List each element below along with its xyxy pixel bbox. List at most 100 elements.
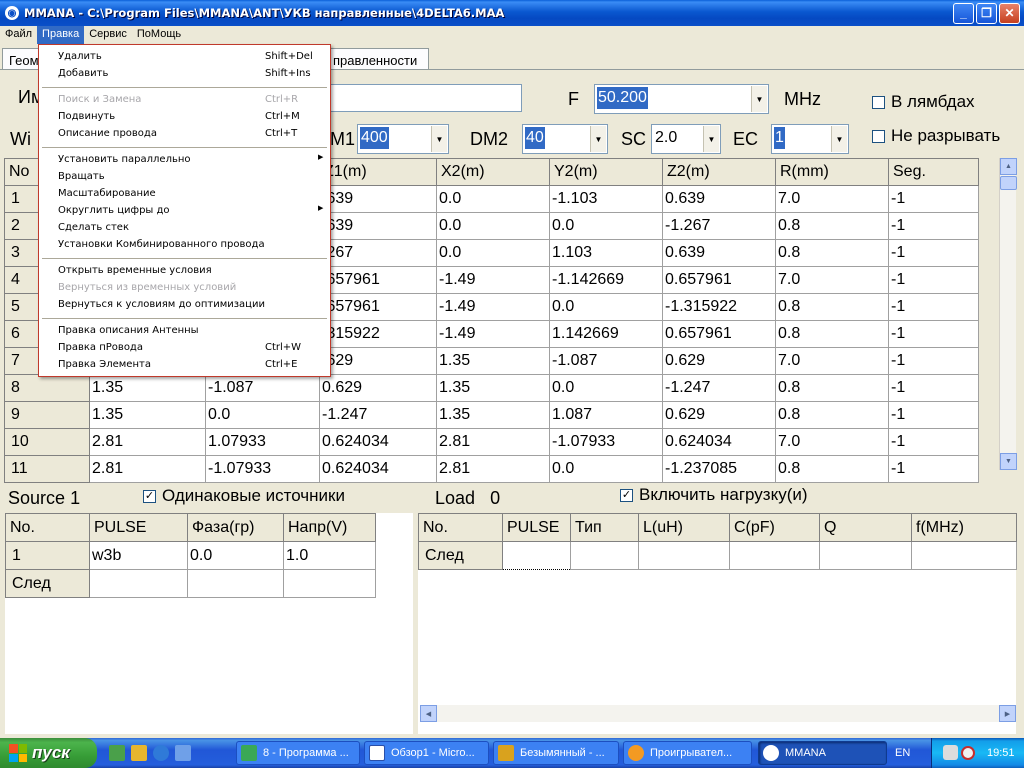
table-cell[interactable]: 0.629 (662, 401, 776, 429)
row-number[interactable]: 8 (4, 374, 90, 402)
same-sources-checkbox[interactable]: ✓ Одинаковые источники (143, 486, 345, 506)
table-cell[interactable]: 0.0 (436, 239, 550, 267)
table-cell[interactable]: -1 (888, 428, 979, 456)
row-number[interactable]: 11 (4, 455, 90, 483)
menu-edit[interactable]: Правка (37, 26, 85, 44)
chevron-down-icon[interactable]: ▼ (590, 126, 606, 152)
table-cell[interactable]: -1 (888, 347, 979, 375)
row-number[interactable]: След (5, 569, 90, 598)
lambda-checkbox[interactable]: В лямбдах (872, 92, 975, 112)
menu-item[interactable]: Удалить Shift+Del (39, 48, 330, 65)
table-cell[interactable]: 7.0 (775, 185, 889, 213)
menu-file[interactable]: Файл (0, 26, 37, 44)
column-header[interactable]: Тип (570, 513, 639, 542)
column-header[interactable]: No. (418, 513, 503, 542)
dm1-combo[interactable]: 400 ▼ (357, 124, 449, 154)
table-cell[interactable]: -1.315922 (662, 293, 776, 321)
table-cell[interactable]: 2.81 (89, 428, 206, 456)
task-mmana[interactable]: MMANA (758, 741, 887, 765)
close-button[interactable]: ✕ (999, 2, 1020, 24)
row-number[interactable]: След (418, 541, 503, 570)
table-cell[interactable]: -1 (888, 455, 979, 483)
menu-item[interactable]: Добавить Shift+Ins (39, 65, 330, 82)
table-cell[interactable]: 0.0 (436, 212, 550, 240)
internet-explorer-icon[interactable] (153, 745, 169, 761)
table-cell[interactable]: 0.0 (549, 212, 663, 240)
scroll-right-icon[interactable]: ▶ (999, 705, 1016, 722)
table-cell[interactable]: 0.0 (205, 401, 320, 429)
column-header[interactable]: L(uH) (638, 513, 730, 542)
sc-combo[interactable]: 2.0 ▼ (651, 124, 721, 154)
menu-item[interactable]: Правка Элемента Ctrl+E (39, 356, 330, 373)
table-cell[interactable]: -1.49 (436, 266, 550, 294)
table-cell[interactable]: 0.8 (775, 401, 889, 429)
table-cell[interactable] (283, 569, 376, 598)
column-header[interactable]: X2(m) (436, 158, 550, 186)
chevron-down-icon[interactable]: ▼ (831, 126, 847, 152)
table-cell[interactable]: .629 (319, 347, 437, 375)
ie-refresh-icon[interactable] (175, 745, 191, 761)
table-cell[interactable]: 0.624034 (319, 455, 437, 483)
table-cell[interactable]: 1.0 (283, 541, 376, 570)
menu-item[interactable]: Подвинуть Ctrl+M (39, 108, 330, 125)
ec-combo[interactable]: 1 ▼ (771, 124, 849, 154)
task-program[interactable]: 8 - Программа ... (236, 741, 360, 765)
table-cell[interactable]: -1 (888, 374, 979, 402)
column-header[interactable]: Seg. (888, 158, 979, 186)
menu-item[interactable]: Сделать стек (39, 219, 330, 236)
table-cell[interactable]: 0.629 (319, 374, 437, 402)
table-cell[interactable]: -1.103 (549, 185, 663, 213)
chevron-down-icon[interactable]: ▼ (751, 86, 767, 112)
table-cell[interactable]: -1 (888, 239, 979, 267)
table-cell[interactable]: -1 (888, 266, 979, 294)
table-cell[interactable]: 2.81 (89, 455, 206, 483)
table-cell[interactable]: .315922 (319, 320, 437, 348)
table-cell[interactable]: -1.49 (436, 320, 550, 348)
table-cell[interactable]: w3b (89, 541, 188, 570)
menu-item[interactable]: Масштабирование (39, 185, 330, 202)
task-word[interactable]: Обзор1 - Micro... (364, 741, 489, 765)
column-header[interactable]: Фаза(гр) (187, 513, 284, 542)
name-input[interactable] (330, 84, 522, 112)
minimize-button[interactable]: _ (953, 2, 974, 24)
column-header[interactable]: PULSE (89, 513, 188, 542)
table-cell[interactable]: 0.657961 (662, 266, 776, 294)
column-header[interactable]: Q (819, 513, 912, 542)
frequency-combo[interactable]: 50.200 ▼ (594, 84, 769, 114)
table-cell[interactable]: 0.629 (662, 347, 776, 375)
menu-item[interactable]: Правка описания Антенны (39, 322, 330, 339)
table-cell[interactable]: -1.237085 (662, 455, 776, 483)
chevron-down-icon[interactable]: ▼ (703, 126, 719, 152)
menu-item[interactable]: Открыть временные условия (39, 262, 330, 279)
table-cell[interactable]: -1.142669 (549, 266, 663, 294)
column-header[interactable]: PULSE (502, 513, 571, 542)
chevron-down-icon[interactable]: ▼ (431, 126, 447, 152)
task-paint[interactable]: Безымянный - ... (493, 741, 619, 765)
table-cell[interactable]: .267 (319, 239, 437, 267)
table-cell[interactable]: 1.35 (436, 374, 550, 402)
table-cell[interactable]: 0.0 (549, 293, 663, 321)
table-cell[interactable]: 0.8 (775, 374, 889, 402)
table-cell[interactable]: 1.35 (436, 401, 550, 429)
column-header[interactable]: No. (5, 513, 90, 542)
table-cell[interactable]: -1.267 (662, 212, 776, 240)
nobreak-checkbox[interactable]: Не разрывать (872, 126, 1000, 146)
table-cell[interactable]: 0.639 (662, 185, 776, 213)
column-header[interactable]: Z2(m) (662, 158, 776, 186)
scroll-left-icon[interactable]: ◀ (420, 705, 437, 722)
table-cell[interactable]: 0.639 (662, 239, 776, 267)
table-cell[interactable]: 0.0 (187, 541, 284, 570)
column-header[interactable]: R(mm) (775, 158, 889, 186)
table-cell[interactable]: .657961 (319, 266, 437, 294)
table-cell[interactable]: 7.0 (775, 347, 889, 375)
menu-item[interactable]: Правка пРовода Ctrl+W (39, 339, 330, 356)
load-hscrollbar[interactable]: ◀ ▶ (420, 705, 1016, 722)
enable-load-checkbox[interactable]: ✓ Включить нагрузку(и) (620, 485, 808, 505)
table-cell[interactable]: 0.624034 (319, 428, 437, 456)
scroll-down-icon[interactable]: ▼ (1000, 453, 1017, 470)
show-desktop-icon[interactable] (109, 745, 125, 761)
dm2-combo[interactable]: 40 ▼ (522, 124, 608, 154)
menu-service[interactable]: Сервис (84, 26, 132, 44)
table-cell[interactable]: -1 (888, 185, 979, 213)
menu-item[interactable]: Установки Комбинированного провода (39, 236, 330, 253)
